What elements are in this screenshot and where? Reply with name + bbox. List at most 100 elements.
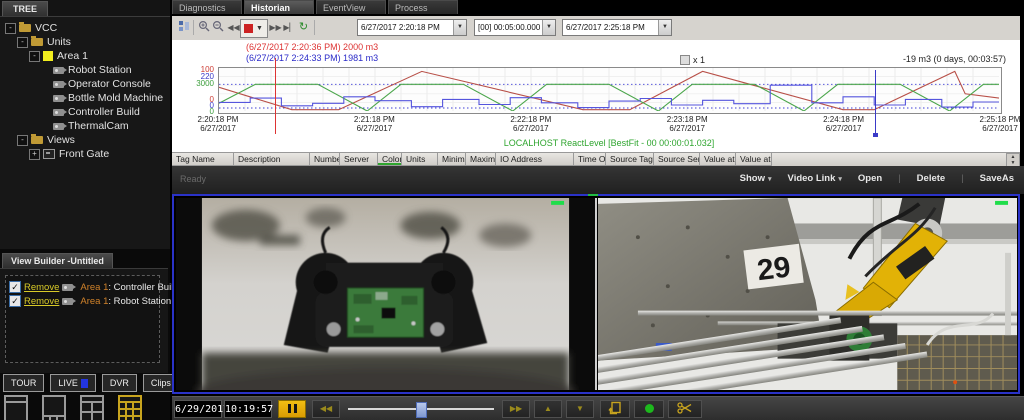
stream-led [995,201,1008,205]
rewind-button[interactable]: ◀◀ [312,400,340,418]
column-number[interactable]: Number [310,153,340,166]
tree-item-thermalcam[interactable]: ThermalCam [0,119,170,133]
dvr-button[interactable]: DVR [102,374,137,392]
saveas-button[interactable]: SaveAs [980,173,1014,184]
layout-2x2-button[interactable] [80,395,104,420]
timeline-slider[interactable] [346,400,496,418]
folder-icon [31,38,43,46]
fast-forward-button[interactable]: ▶▶ [502,400,530,418]
column-io-address[interactable]: IO Address [496,153,574,166]
tree-item-label: Views [47,133,75,147]
interval-combo[interactable]: [00] 00:05:00.000 ▼ [474,19,556,36]
main-area: DiagnosticsHistorianEventViewProcess ◀◀ … [172,0,1024,420]
playback-date: 6/29/2017 [174,400,222,418]
chevron-down-icon[interactable]: ▼ [453,20,466,35]
y-axis-label: 3000 [172,79,214,88]
tree-item-views[interactable]: - Views [0,133,170,147]
tree-expander[interactable]: - [17,135,28,146]
tree-item-front-gate[interactable]: + Front Gate [0,147,170,161]
column-source-server[interactable]: Source Server [654,153,700,166]
tick-time: 2:20:18 PM [182,115,254,124]
tree-item-operator-console[interactable]: Operator Console [0,77,170,91]
layout-3x3-button[interactable] [118,395,142,420]
separator: | [961,173,963,184]
tree-item-controller-build[interactable]: Controller Build [0,105,170,119]
live-button[interactable]: LIVE [50,374,96,392]
tick-time: 2:24:18 PM [808,115,880,124]
tree-item-area-1[interactable]: -Area 1 [0,49,170,63]
column-description[interactable]: Description [234,153,310,166]
tree-item-robot-station[interactable]: Robot Station [0,63,170,77]
tab-tree[interactable]: TREE [2,1,48,16]
refresh-icon[interactable]: ↻ [296,20,311,35]
device-tree: -VCC-Units-Area 1Robot StationOperator C… [0,17,170,249]
cursor-x1[interactable] [275,58,276,134]
open-button[interactable]: Open [858,173,882,184]
tree-item-label: Units [47,35,71,49]
speed-up-button[interactable]: ▲ [534,400,562,418]
pen-list-icon[interactable] [176,20,191,35]
remove-link[interactable]: Remove [24,296,59,307]
video-link-menu-button[interactable]: Video Link▾ [788,173,842,184]
stream-led [551,201,564,205]
tree-item-label: Front Gate [59,147,109,161]
video-feed-robot-station[interactable]: 29 [598,198,1017,390]
cursor-x2[interactable] [875,70,876,134]
tour-button[interactable]: TOUR [3,374,44,392]
column-server[interactable]: Server [340,153,378,166]
column-source-tag[interactable]: Source Tag [606,153,654,166]
speed-down-button[interactable]: ▼ [566,400,594,418]
tab-historian[interactable]: Historian [244,0,314,14]
tick-date: 6/27/2017 [808,124,880,133]
tab-diagnostics[interactable]: Diagnostics [172,0,242,14]
tree-expander[interactable]: - [5,23,16,34]
column-minimum[interactable]: Minimum [438,153,466,166]
end-time-combo[interactable]: 6/27/2017 2:25:18 PM ▼ [562,19,672,36]
end-time-value: 6/27/2017 2:25:18 PM [563,23,658,32]
trend-plot[interactable] [218,67,1002,114]
slider-handle[interactable] [416,402,427,418]
tree-item-vcc[interactable]: -VCC [0,21,170,35]
layout-single-button[interactable] [4,395,28,420]
pen-color-picker[interactable]: ▼ [240,19,268,38]
column-value-at-x1[interactable]: Value at X1 [700,153,736,166]
checkbox[interactable]: ✓ [9,295,21,307]
column-tag-name[interactable]: Tag Name [172,153,234,166]
interval-value: [00] 00:05:00.000 [475,23,542,32]
column-units[interactable]: Units [402,153,438,166]
remove-link[interactable]: Remove [24,282,59,293]
layout-main-plus-strip-button[interactable] [42,395,66,420]
tree-item-bottle-mold-machine[interactable]: Bottle Mold Machine [0,91,170,105]
record-button[interactable] [634,400,664,418]
application-window: TREE -VCC-Units-Area 1Robot StationOpera… [0,0,1024,420]
chevron-down-icon[interactable]: ▼ [658,20,671,35]
zoom-in-icon[interactable] [196,20,211,35]
step-back-icon[interactable]: ◀◀ [226,20,241,35]
column-value-at-x2[interactable]: Value at X2 [736,153,772,166]
pause-button[interactable] [278,400,306,418]
tree-tabbar: TREE [0,0,170,17]
tab-process[interactable]: Process [388,0,458,14]
start-time-combo[interactable]: 6/27/2017 2:20:18 PM ▼ [357,19,467,36]
clip-scissors-button[interactable] [668,400,702,418]
tree-expander[interactable]: + [29,149,40,160]
video-feed-controller-build[interactable] [176,198,595,390]
step-forward-icon[interactable]: ▶▶ [268,20,283,35]
tab-eventview[interactable]: EventView [316,0,386,14]
view-builder-item: ✓RemoveArea 1 : Robot Station [9,294,156,308]
go-to-end-icon[interactable]: ▶▏ [282,20,297,35]
column-color[interactable]: Color [378,153,402,166]
tree-expander[interactable]: - [17,37,28,48]
chevron-down-icon[interactable]: ▼ [542,20,555,35]
zoom-out-icon[interactable] [210,20,225,35]
export-clip-button[interactable] [600,400,630,418]
tree-expander[interactable]: - [29,51,40,62]
tree-item-units[interactable]: - Units [0,35,170,49]
grid-scroll-spinner[interactable]: ▲▼ [1006,153,1020,167]
column-time-offset[interactable]: Time Offset [574,153,606,166]
column-maximum[interactable]: Maximum [466,153,496,166]
tab-view-builder[interactable]: View Builder -Untitled [2,253,113,268]
show-menu-button[interactable]: Show▾ [740,173,772,184]
delete-button[interactable]: Delete [917,173,946,184]
checkbox[interactable]: ✓ [9,281,21,293]
